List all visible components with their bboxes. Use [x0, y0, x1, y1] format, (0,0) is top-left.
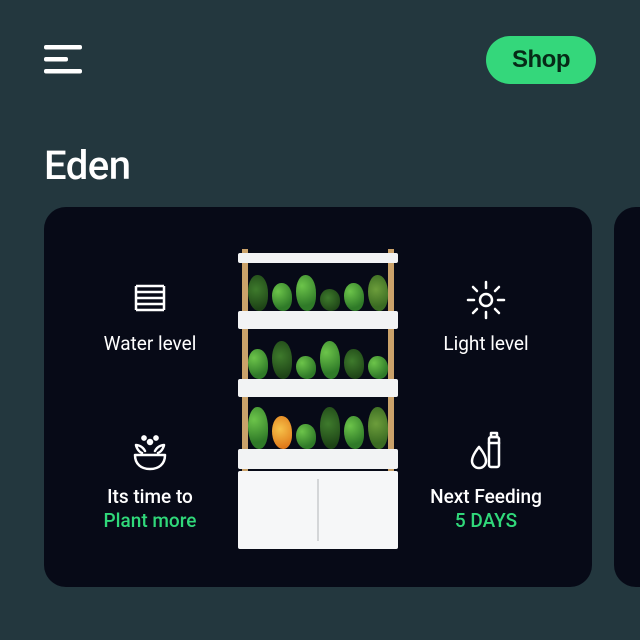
next-feeding-label: Next Feeding	[430, 485, 542, 509]
water-level-tile[interactable]: Water level	[62, 278, 238, 356]
plant-more-action: Plant more	[104, 509, 197, 533]
sun-icon	[464, 278, 508, 322]
nutrient-bottle-icon	[463, 429, 509, 475]
plant-more-text: Its time to Plant more	[104, 485, 197, 533]
water-level-label: Water level	[104, 332, 197, 356]
next-feeding-value: 5 DAYS	[430, 509, 542, 533]
device-card-next[interactable]: Wate Next 2 D	[614, 207, 640, 587]
page-title: Eden	[0, 84, 640, 207]
light-level-tile[interactable]: Light level	[398, 278, 574, 356]
menu-icon[interactable]	[44, 45, 88, 75]
next-feeding-tile-peek: Next 2 D	[632, 432, 640, 530]
water-level-tile-peek: Wate	[632, 280, 640, 354]
top-bar: Shop	[0, 0, 640, 84]
cards-scroller[interactable]: Water level	[0, 207, 640, 587]
plant-more-tile[interactable]: Its time to Plant more	[62, 429, 238, 533]
next-feeding-text: Next Feeding 5 DAYS	[430, 485, 542, 533]
seedling-bowl-icon	[127, 429, 173, 475]
next-feeding-tile[interactable]: Next Feeding 5 DAYS	[398, 429, 574, 533]
shop-button[interactable]: Shop	[486, 36, 596, 84]
device-card[interactable]: Water level	[44, 207, 592, 587]
water-lines-icon	[128, 278, 172, 322]
device-illustration	[238, 249, 398, 549]
plant-more-label: Its time to	[104, 485, 197, 509]
light-level-label: Light level	[443, 332, 528, 356]
